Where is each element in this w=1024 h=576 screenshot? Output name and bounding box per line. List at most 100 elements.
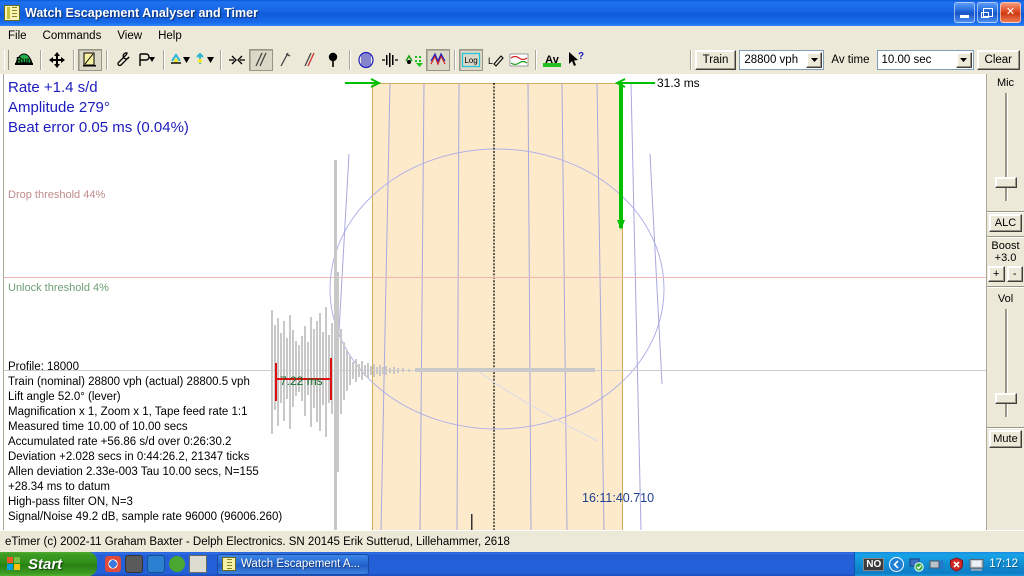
- toolbar-separator: [40, 50, 41, 70]
- amplitude-readout: Amplitude 279°: [8, 99, 110, 116]
- info-block: Profile: 18000 Train (nominal) 28800 vph…: [8, 360, 282, 525]
- scatter-trace-button[interactable]: [426, 49, 450, 71]
- windows-flag-icon: [7, 556, 22, 572]
- boost-decrease-button[interactable]: -: [1006, 266, 1023, 282]
- double-slope-button[interactable]: [249, 49, 273, 71]
- graph-button[interactable]: [507, 49, 531, 71]
- chevron-down-icon[interactable]: [806, 52, 823, 68]
- clock: 17:12: [989, 558, 1018, 570]
- beat-button[interactable]: [192, 49, 216, 71]
- center-trace-button[interactable]: [225, 49, 249, 71]
- network-activity-icon[interactable]: [929, 557, 944, 572]
- panel-divider: [987, 286, 1024, 287]
- toolbar-controls: Train 28800 vph Av time 10.00 sec Clear: [686, 50, 1024, 70]
- status-bar-text: eTimer (c) 2002-11 Graham Baxter - Delph…: [5, 536, 510, 548]
- waveform-button[interactable]: [378, 49, 402, 71]
- vol-label: Vol: [997, 293, 1014, 305]
- mic-gain-slider[interactable]: [987, 89, 1024, 207]
- security-alert-icon[interactable]: [949, 556, 964, 572]
- window-switch-icon[interactable]: [189, 555, 207, 573]
- train-combo-value: 28800 vph: [744, 54, 799, 66]
- info-line-datum: +28.34 ms to datum: [8, 481, 110, 493]
- toolbar-grip[interactable]: [4, 50, 9, 70]
- window-controls: ✕: [954, 2, 1021, 23]
- unlock-threshold-label: Unlock threshold 4%: [8, 282, 109, 294]
- log-button[interactable]: Log: [459, 49, 483, 71]
- toolbar-separator: [73, 50, 74, 70]
- mute-button[interactable]: Mute: [989, 430, 1022, 448]
- run-button[interactable]: Run: [12, 49, 36, 71]
- menu-help[interactable]: Help: [150, 28, 190, 44]
- taskbar-item-label: Watch Escapement A...: [241, 558, 361, 570]
- menu-view[interactable]: View: [109, 28, 150, 44]
- toolbar-separator: [454, 50, 455, 70]
- clear-button[interactable]: Clear: [976, 50, 1020, 70]
- toolbar-separator: [689, 50, 691, 70]
- minimize-button[interactable]: [954, 2, 975, 23]
- boost-value: +3.0: [994, 252, 1017, 264]
- volume-slider[interactable]: [987, 305, 1024, 423]
- av-time-combo[interactable]: 10.00 sec: [876, 50, 974, 70]
- messenger-icon[interactable]: [147, 555, 165, 573]
- info-line-signal-noise: Signal/Noise 49.2 dB, sample rate 96000 …: [8, 511, 283, 523]
- taskbar: Start Watch Escapement A... NO 17:12: [0, 552, 1024, 576]
- show-hidden-icons-button[interactable]: [889, 556, 905, 572]
- volume-slider-thumb[interactable]: [994, 393, 1017, 404]
- pan-button[interactable]: [45, 49, 69, 71]
- application-window: Watch Escapement Analyser and Timer ✕ Fi…: [0, 0, 1024, 576]
- title-bar: Watch Escapement Analyser and Timer ✕: [0, 0, 1024, 26]
- info-line-accumulated-rate: Accumulated rate +56.86 s/d over 0:26:30…: [8, 436, 232, 448]
- info-line-lift-angle: Lift angle 52.0° (lever): [8, 391, 121, 403]
- toolbar-separator: [163, 50, 164, 70]
- red-slope-button[interactable]: [297, 49, 321, 71]
- chevron-down-icon[interactable]: [955, 52, 972, 68]
- log-edit-button[interactable]: L: [483, 49, 507, 71]
- status-bar: eTimer (c) 2002-11 Graham Baxter - Delph…: [0, 530, 1024, 553]
- menu-file[interactable]: File: [0, 28, 35, 44]
- mic-label: Mic: [996, 77, 1015, 89]
- audio-control-panel: Mic ALC Boost +3.0 + - Vol Mute: [986, 74, 1024, 530]
- tape-button[interactable]: [78, 49, 102, 71]
- panel-divider: [987, 236, 1024, 237]
- window-title: Watch Escapement Analyser and Timer: [25, 6, 258, 20]
- menu-commands[interactable]: Commands: [35, 28, 110, 44]
- maximize-button[interactable]: [977, 2, 998, 23]
- boost-increase-button[interactable]: +: [988, 266, 1005, 282]
- spotify-icon[interactable]: [169, 556, 185, 572]
- toolbar-separator: [220, 50, 221, 70]
- quick-launch-bar: [97, 555, 213, 573]
- single-slope-button[interactable]: [273, 49, 297, 71]
- alc-button[interactable]: ALC: [989, 214, 1022, 232]
- toolbar: Run Log L Av ? Train 28800 vph Av time 1…: [0, 46, 1024, 75]
- noise-button[interactable]: [402, 49, 426, 71]
- camera-icon[interactable]: [125, 555, 143, 573]
- info-line-filter: High-pass filter ON, N=3: [8, 496, 133, 508]
- svg-text:Log: Log: [464, 56, 477, 65]
- toolbar-separator: [349, 50, 350, 70]
- system-tray: NO 17:12: [854, 552, 1024, 576]
- chrome-icon[interactable]: [105, 556, 121, 572]
- average-button[interactable]: Av: [540, 49, 564, 71]
- info-line-magnification: Magnification x 1, Zoom x 1, Tape feed r…: [8, 406, 248, 418]
- close-button[interactable]: ✕: [1000, 2, 1021, 23]
- taskbar-item-watch-escapement[interactable]: Watch Escapement A...: [217, 553, 370, 575]
- network-shield-icon[interactable]: [909, 557, 924, 572]
- mic-slider-thumb[interactable]: [994, 177, 1017, 188]
- measurement-readout: Rate +1.4 s/d Amplitude 279° Beat error …: [8, 78, 189, 138]
- display-icon[interactable]: [969, 557, 984, 572]
- av-time-label: Av time: [831, 54, 870, 66]
- train-combo[interactable]: 28800 vph: [739, 50, 825, 70]
- chart-area[interactable]: Rate +1.4 s/d Amplitude 279° Beat error …: [0, 74, 986, 530]
- profile-button[interactable]: [135, 49, 159, 71]
- watch-tape-icon: [4, 5, 20, 21]
- train-button[interactable]: Train: [694, 50, 737, 70]
- microphone-button[interactable]: [321, 49, 345, 71]
- start-button[interactable]: Start: [0, 552, 97, 576]
- amplitude-span-label: 31.3 ms: [657, 76, 700, 90]
- help-pointer-button[interactable]: ?: [564, 49, 588, 71]
- lift-angle-button[interactable]: [168, 49, 192, 71]
- settings-button[interactable]: [111, 49, 135, 71]
- toolbar-separator: [535, 50, 536, 70]
- oscilloscope-button[interactable]: [354, 49, 378, 71]
- av-time-combo-value: 10.00 sec: [881, 54, 932, 66]
